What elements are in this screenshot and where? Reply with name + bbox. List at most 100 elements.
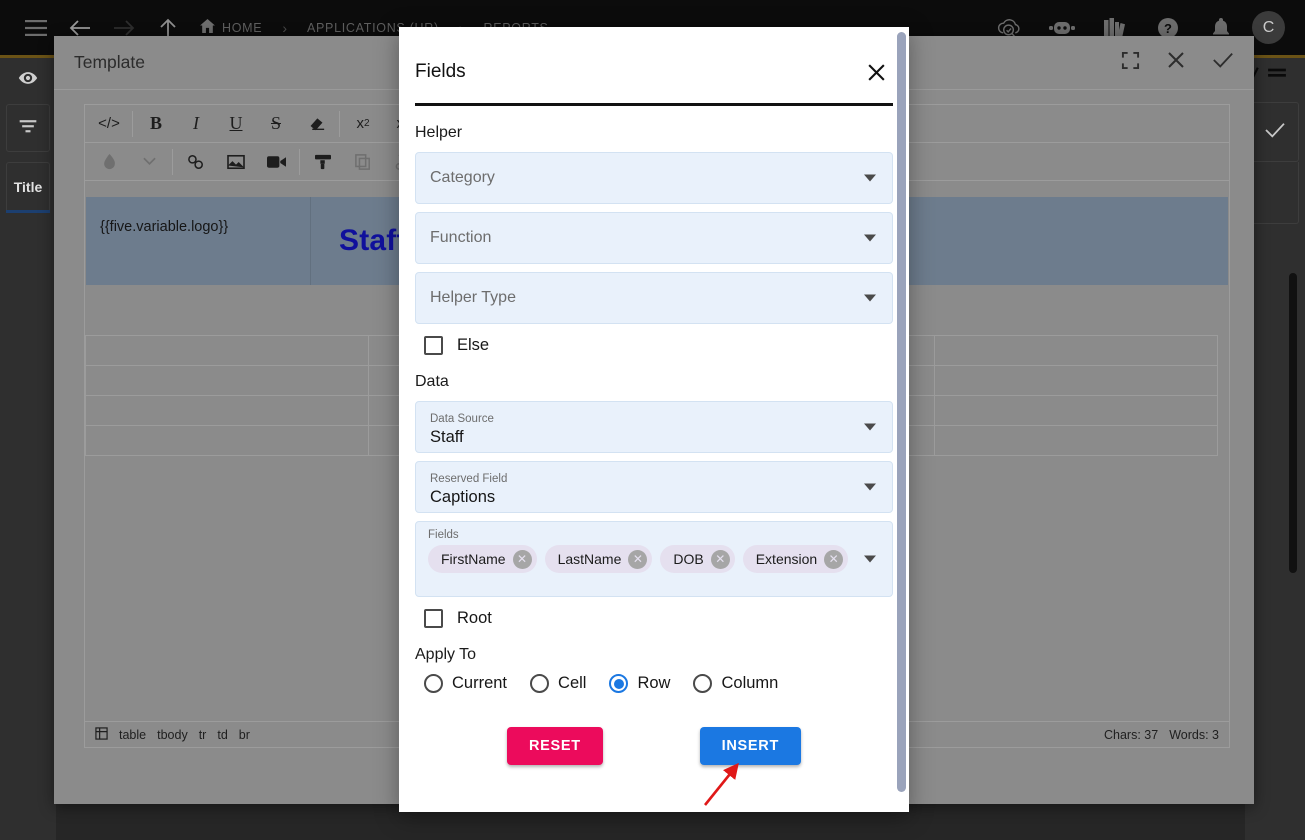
svg-text:?: ? (1164, 21, 1172, 36)
chevron-down-icon[interactable] (129, 147, 169, 177)
radio-cell[interactable] (530, 674, 549, 693)
dialog-actions: RESET INSERT (425, 727, 883, 765)
template-window-header-actions (1121, 50, 1234, 75)
path-node[interactable]: table (119, 728, 146, 742)
strikethrough-icon[interactable]: S (256, 109, 296, 139)
list-item[interactable]: DOB ✕ (660, 545, 734, 573)
eraser-icon[interactable] (296, 109, 336, 139)
right-panel-empty-box (1251, 162, 1299, 224)
breadcrumb-separator: › (266, 20, 303, 36)
banner-logo-variable: {{five.variable.logo}} (86, 197, 311, 285)
dialog-scrollbar-thumb[interactable] (897, 32, 906, 792)
dialog-scrollbar[interactable] (897, 32, 906, 802)
chip-label: Extension (756, 551, 817, 567)
link-icon[interactable] (176, 147, 216, 177)
fullscreen-icon[interactable] (1121, 51, 1140, 75)
path-node[interactable]: tbody (157, 728, 188, 742)
list-item[interactable]: LastName ✕ (545, 545, 653, 573)
close-icon[interactable] (859, 55, 893, 89)
category-placeholder: Category (430, 169, 495, 187)
data-source-select[interactable]: Data Source Staff (415, 401, 893, 453)
category-select[interactable]: Category (415, 152, 893, 204)
table-cell (86, 396, 369, 426)
path-node[interactable]: td (217, 728, 227, 742)
hamburger-icon[interactable] (14, 6, 58, 50)
sidebar-tab-underline (6, 210, 50, 213)
sidebar-tab-title[interactable]: Title (6, 162, 50, 210)
video-icon[interactable] (256, 147, 296, 177)
close-icon[interactable] (1166, 50, 1186, 75)
apply-to-radio-group: Current Cell Row Column (424, 674, 893, 693)
insert-button[interactable]: INSERT (700, 727, 801, 765)
else-label: Else (457, 336, 489, 355)
italic-icon[interactable]: I (176, 109, 216, 139)
toolbar-divider (299, 149, 300, 175)
radio-option-current[interactable]: Current (424, 674, 507, 693)
source-code-icon[interactable]: </> (89, 109, 129, 139)
function-select[interactable]: Function (415, 212, 893, 264)
chip-label: DOB (673, 551, 703, 567)
confirm-check-icon[interactable] (1212, 50, 1234, 75)
apply-to-label: Apply To (415, 646, 893, 664)
remove-chip-icon[interactable]: ✕ (513, 550, 532, 569)
fields-dialog-inner: Fields Helper Category Function Helper T… (399, 27, 909, 812)
remove-chip-icon[interactable]: ✕ (628, 550, 647, 569)
fields-chip-list: FirstName ✕ LastName ✕ DOB ✕ Extension (428, 545, 852, 573)
reset-button[interactable]: RESET (507, 727, 603, 765)
chip-label: LastName (558, 551, 622, 567)
path-node[interactable]: br (239, 728, 250, 742)
remove-chip-icon[interactable]: ✕ (711, 550, 730, 569)
reserved-field-value: Captions (430, 487, 495, 508)
eye-icon (18, 68, 38, 93)
sidebar-tab-label: Title (14, 179, 43, 195)
data-source-value: Staff (430, 427, 464, 448)
list-item[interactable]: FirstName ✕ (428, 545, 537, 573)
droplet-icon[interactable] (89, 147, 129, 177)
image-icon[interactable] (216, 147, 256, 177)
radio-option-cell[interactable]: Cell (530, 674, 586, 693)
format-painter-icon[interactable] (303, 147, 343, 177)
else-checkbox[interactable] (424, 336, 443, 355)
chevron-down-icon (864, 424, 876, 431)
preview-eye-row[interactable] (0, 64, 56, 96)
home-icon (200, 19, 215, 36)
filter-button[interactable] (6, 104, 50, 152)
reserved-field-select[interactable]: Reserved Field Captions (415, 461, 893, 513)
char-count: Chars: 37 (1104, 728, 1158, 742)
radio-current[interactable] (424, 674, 443, 693)
radio-column[interactable] (693, 674, 712, 693)
radio-option-row[interactable]: Row (609, 674, 670, 693)
breadcrumb-item-home[interactable]: HOME (196, 19, 266, 36)
data-section-label: Data (415, 373, 893, 391)
else-checkbox-row[interactable]: Else (424, 336, 893, 355)
fields-multiselect[interactable]: Fields FirstName ✕ LastName ✕ DOB ✕ (415, 521, 893, 597)
right-panel-confirm[interactable] (1251, 102, 1299, 162)
right-panel-scrollbar[interactable] (1289, 273, 1297, 573)
word-count: Words: 3 (1169, 728, 1219, 742)
data-source-label: Data Source (430, 412, 494, 427)
toolbar-divider (339, 111, 340, 137)
list-item[interactable]: Extension ✕ (743, 545, 848, 573)
underline-icon[interactable]: U (216, 109, 256, 139)
table-cell (935, 396, 1218, 426)
right-panel-icons[interactable] (1245, 58, 1305, 94)
dialog-title-rule (415, 103, 893, 106)
avatar[interactable]: C (1252, 11, 1285, 44)
remove-chip-icon[interactable]: ✕ (824, 550, 843, 569)
screen-root: Title Template (0, 0, 1305, 840)
helper-section-label: Helper (415, 124, 893, 142)
chip-label: FirstName (441, 551, 506, 567)
root-checkbox-row[interactable]: Root (424, 609, 893, 628)
bold-icon[interactable]: B (136, 109, 176, 139)
superscript-icon[interactable]: x2 (343, 109, 383, 139)
copy-icon[interactable] (343, 147, 383, 177)
root-checkbox[interactable] (424, 609, 443, 628)
helper-type-select[interactable]: Helper Type (415, 272, 893, 324)
right-panel (1245, 58, 1305, 840)
radio-label: Row (637, 674, 670, 693)
radio-option-column[interactable]: Column (693, 674, 778, 693)
path-node[interactable]: tr (199, 728, 207, 742)
radio-row[interactable] (609, 674, 628, 693)
chevron-down-icon (864, 295, 876, 302)
root-label: Root (457, 609, 492, 628)
